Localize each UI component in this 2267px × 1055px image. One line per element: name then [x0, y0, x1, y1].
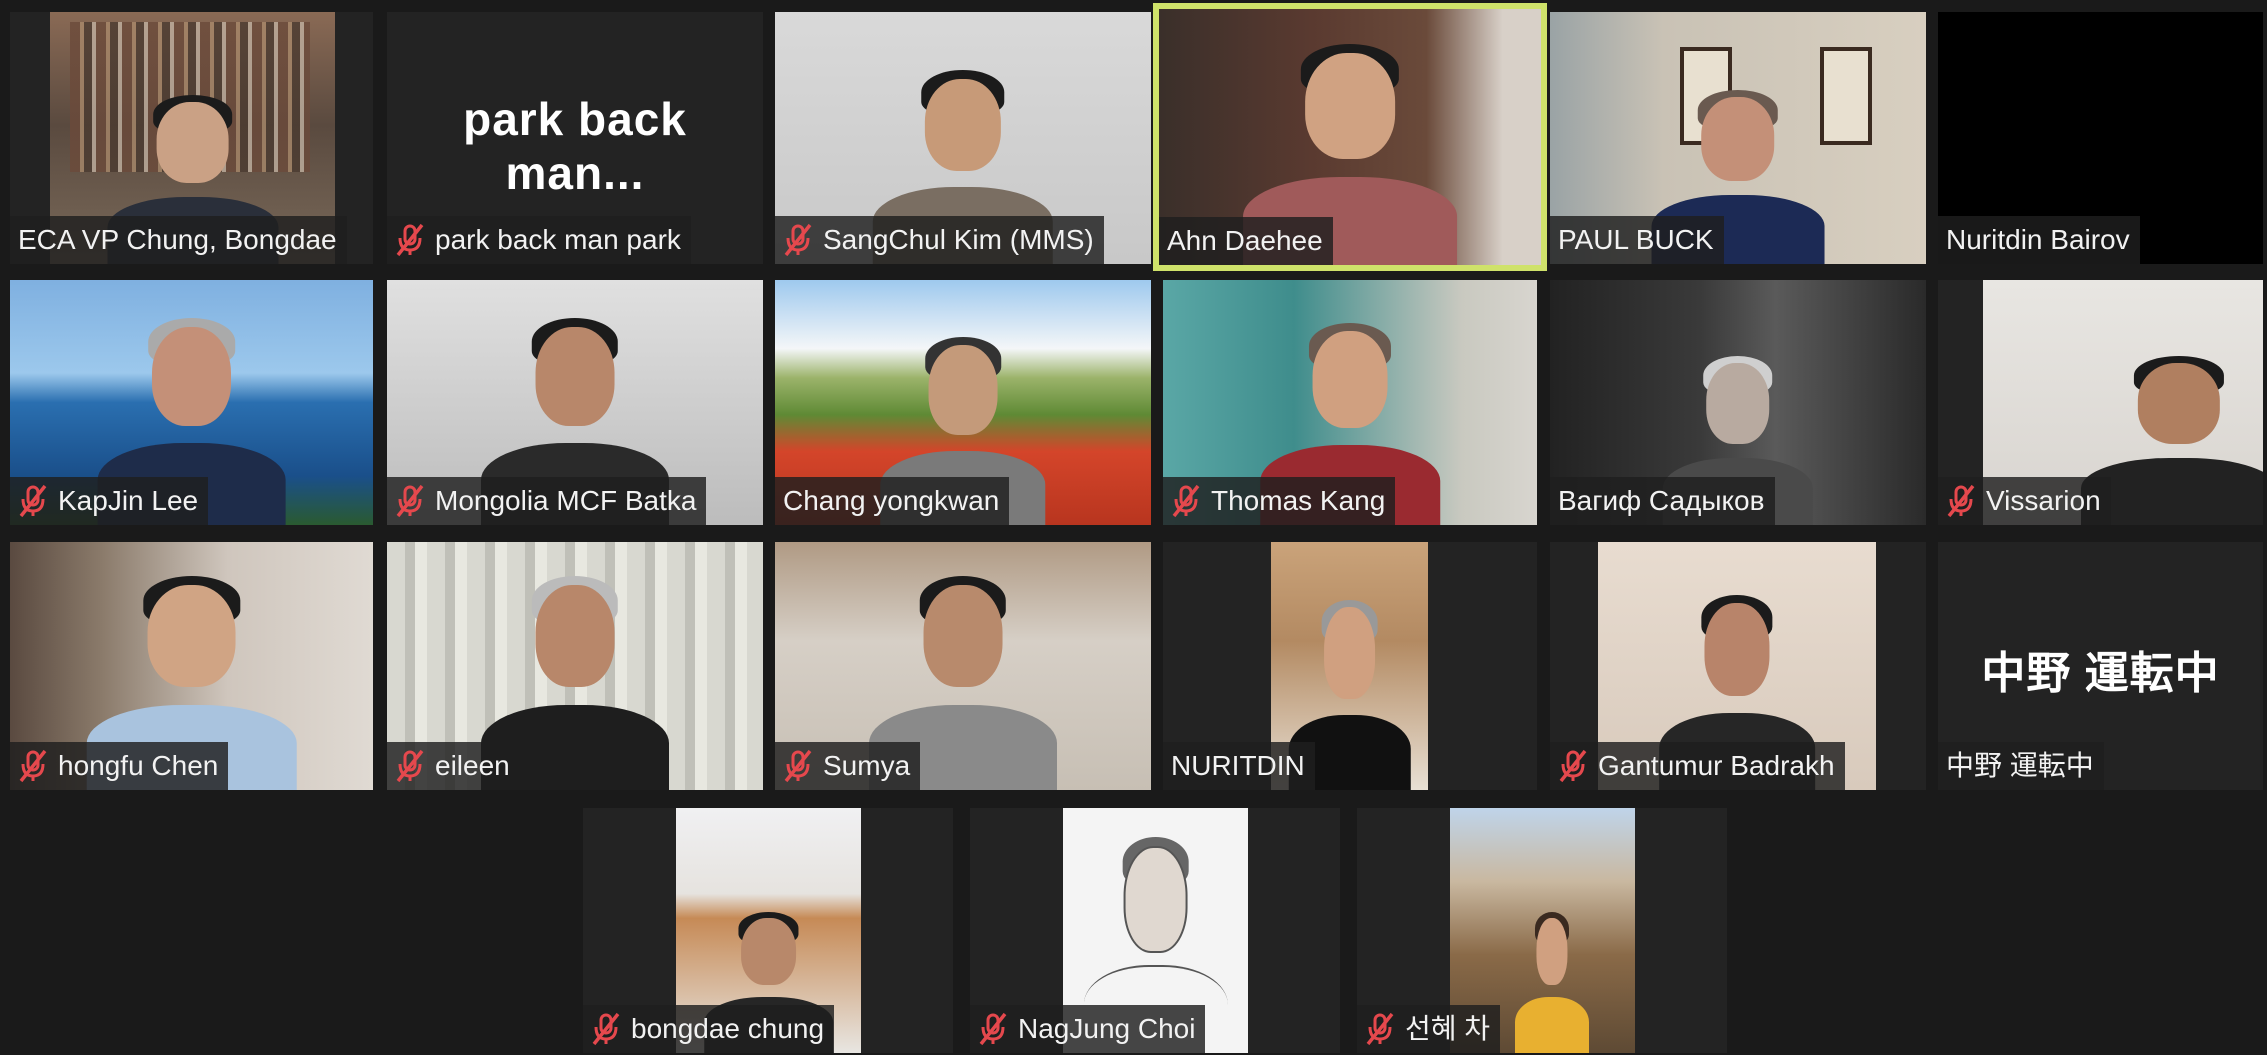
participant-name-label: bongdae chung [583, 1005, 835, 1053]
mic-muted-icon [396, 749, 424, 783]
mic-muted-icon [1366, 1012, 1394, 1046]
participant-tile[interactable]: Mongolia MCF Batka [387, 280, 763, 525]
participant-tile[interactable]: hongfu Chen [10, 542, 373, 790]
participant-name: Ahn Daehee [1167, 225, 1323, 256]
participant-name-label: NagJung Choi [970, 1005, 1206, 1053]
mic-muted-icon [979, 1012, 1007, 1046]
participant-tile[interactable]: NURITDIN [1163, 542, 1537, 790]
mic-muted-icon [784, 749, 812, 783]
participant-tile[interactable]: park back man... park back man park [387, 12, 763, 264]
participant-name-label: hongfu Chen [10, 742, 229, 790]
mic-muted-icon [1172, 484, 1200, 518]
participant-tile[interactable]: Thomas Kang [1163, 280, 1537, 525]
participant-name-label: Sumya [775, 742, 921, 790]
video-gallery: ECA VP Chung, Bongdae park back man... p… [0, 0, 2267, 1055]
participant-name: PAUL BUCK [1558, 224, 1714, 255]
participant-name: Вагиф Садыков [1558, 485, 1765, 516]
participant-name-label: Mongolia MCF Batka [387, 477, 707, 525]
mic-muted-icon [396, 223, 424, 257]
participant-tile-active-speaker[interactable]: Ahn Daehee [1153, 3, 1547, 271]
participant-name: NagJung Choi [1018, 1013, 1196, 1044]
participant-tile[interactable]: KapJin Lee [10, 280, 373, 525]
participant-name-label: Thomas Kang [1163, 477, 1396, 525]
participant-tile[interactable]: eileen [387, 542, 763, 790]
mic-muted-icon [396, 484, 424, 518]
participant-name: Mongolia MCF Batka [435, 485, 697, 516]
participant-name: bongdae chung [631, 1013, 825, 1044]
participant-name: Nuritdin Bairov [1946, 224, 2130, 255]
participant-name-label: NURITDIN [1163, 742, 1315, 790]
participant-name-label: KapJin Lee [10, 477, 209, 525]
participant-tile[interactable]: 선혜 차 [1357, 808, 1727, 1053]
participant-tile[interactable]: Vissarion [1938, 280, 2263, 525]
participant-name: Thomas Kang [1211, 485, 1386, 516]
participant-name-label: ECA VP Chung, Bongdae [10, 216, 347, 264]
mic-muted-icon [19, 749, 47, 783]
participant-tile[interactable]: NagJung Choi [970, 808, 1340, 1053]
participant-tile[interactable]: SangChul Kim (MMS) [775, 12, 1151, 264]
mic-muted-icon [784, 223, 812, 257]
participant-name: ECA VP Chung, Bongdae [18, 224, 337, 255]
participant-name: 中野 運転中 [1946, 750, 2094, 781]
mic-muted-icon [1559, 749, 1587, 783]
participant-name-label: Chang yongkwan [775, 477, 1010, 525]
participant-name: hongfu Chen [58, 750, 219, 781]
participant-tile[interactable]: Nuritdin Bairov [1938, 12, 2263, 264]
participant-placeholder-name: 中野 運転中 [1981, 649, 2220, 698]
participant-placeholder-name: park back man... [463, 93, 687, 199]
participant-name-label: park back man park [387, 216, 691, 264]
participant-name-label: Gantumur Badrakh [1550, 742, 1845, 790]
participant-tile[interactable]: PAUL BUCK [1550, 12, 1926, 264]
participant-name-label: Nuritdin Bairov [1938, 216, 2140, 264]
participant-tile[interactable]: 中野 運転中 中野 運転中 [1938, 542, 2263, 790]
participant-tile[interactable]: bongdae chung [583, 808, 953, 1053]
participant-name-label: Vissarion [1938, 477, 2111, 525]
participant-name: park back man park [435, 224, 681, 255]
participant-name-label: Вагиф Садыков [1550, 477, 1775, 525]
participant-name-label: 中野 運転中 [1938, 742, 2104, 790]
participant-tile[interactable]: Chang yongkwan [775, 280, 1151, 525]
participant-name-label: PAUL BUCK [1550, 216, 1724, 264]
participant-name: 선혜 차 [1405, 1013, 1491, 1044]
participant-name: Vissarion [1986, 485, 2101, 516]
mic-muted-icon [1947, 484, 1975, 518]
participant-name-label: SangChul Kim (MMS) [775, 216, 1104, 264]
participant-name-label: Ahn Daehee [1159, 217, 1333, 265]
participant-name: SangChul Kim (MMS) [823, 224, 1094, 255]
participant-name: eileen [435, 750, 510, 781]
participant-name: Sumya [823, 750, 911, 781]
participant-name-label: 선혜 차 [1357, 1005, 1501, 1053]
participant-tile[interactable]: Вагиф Садыков [1550, 280, 1926, 525]
mic-muted-icon [19, 484, 47, 518]
participant-tile[interactable]: ECA VP Chung, Bongdae [10, 12, 373, 264]
participant-name-label: eileen [387, 742, 520, 790]
mic-muted-icon [592, 1012, 620, 1046]
participant-name: Chang yongkwan [783, 485, 1000, 516]
participant-name: NURITDIN [1171, 750, 1305, 781]
participant-name: Gantumur Badrakh [1598, 750, 1835, 781]
participant-name: KapJin Lee [58, 485, 199, 516]
participant-tile[interactable]: Gantumur Badrakh [1550, 542, 1926, 790]
participant-tile[interactable]: Sumya [775, 542, 1151, 790]
